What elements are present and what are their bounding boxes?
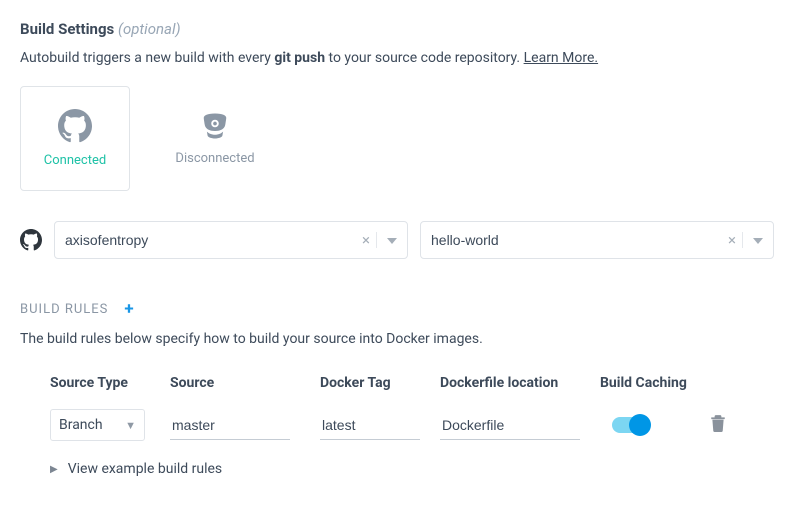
expand-icon: ▶: [50, 464, 58, 475]
desc-prefix: Autobuild triggers a new build with ever…: [20, 50, 274, 66]
build-rules-description: The build rules below specify how to bui…: [20, 331, 774, 347]
section-title: Build Settings (optional): [20, 20, 774, 38]
view-example-label: View example build rules: [68, 461, 222, 477]
build-caching-toggle[interactable]: [612, 417, 648, 433]
github-icon: [58, 109, 92, 143]
source-selector-row: × ×: [20, 221, 774, 259]
source-input[interactable]: [170, 411, 290, 440]
add-rule-button[interactable]: +: [124, 299, 133, 319]
desc-bold: git push: [274, 50, 325, 66]
provider-row: Connected Disconnected: [20, 86, 774, 191]
repo-input[interactable]: [431, 232, 722, 248]
view-example-rules[interactable]: ▶ View example build rules: [50, 447, 774, 477]
org-dropdown-icon[interactable]: [376, 232, 397, 248]
col-source-type: Source Type: [50, 375, 170, 403]
org-clear-icon[interactable]: ×: [356, 231, 376, 249]
source-type-select[interactable]: Branch ▼: [50, 409, 145, 441]
col-build-caching: Build Caching: [600, 375, 710, 403]
org-combobox[interactable]: ×: [54, 221, 408, 259]
chevron-down-icon: ▼: [125, 419, 136, 432]
build-rules-header: BUILD RULES +: [20, 299, 774, 319]
provider-github-label: Connected: [44, 153, 106, 168]
build-rule-row: Branch ▼: [50, 403, 774, 447]
provider-bitbucket-label: Disconnected: [175, 151, 254, 166]
docker-tag-input[interactable]: [320, 411, 420, 440]
col-source: Source: [170, 375, 320, 403]
repo-clear-icon[interactable]: ×: [722, 231, 742, 249]
provider-bitbucket[interactable]: Disconnected: [160, 86, 270, 191]
trash-icon: [710, 414, 726, 432]
build-rules-label: BUILD RULES: [20, 302, 108, 317]
org-input[interactable]: [65, 232, 356, 248]
github-small-icon: [20, 229, 42, 251]
dockerfile-location-input[interactable]: [440, 411, 580, 440]
delete-rule-button[interactable]: [710, 420, 726, 436]
provider-github[interactable]: Connected: [20, 86, 130, 191]
section-title-text: Build Settings: [20, 20, 114, 38]
repo-combobox[interactable]: ×: [420, 221, 774, 259]
desc-suffix: to your source code repository.: [325, 50, 524, 66]
repo-dropdown-icon[interactable]: [742, 232, 763, 248]
autobuild-description: Autobuild triggers a new build with ever…: [20, 50, 774, 66]
bitbucket-icon: [200, 111, 230, 141]
col-dockerfile-location: Dockerfile location: [440, 375, 600, 403]
learn-more-link[interactable]: Learn More.: [524, 50, 598, 66]
col-docker-tag: Docker Tag: [320, 375, 440, 403]
build-rules-columns: Source Type Source Docker Tag Dockerfile…: [50, 375, 774, 403]
source-type-value: Branch: [59, 417, 103, 433]
section-title-optional: (optional): [118, 20, 181, 38]
build-rules-table: Source Type Source Docker Tag Dockerfile…: [20, 375, 774, 477]
